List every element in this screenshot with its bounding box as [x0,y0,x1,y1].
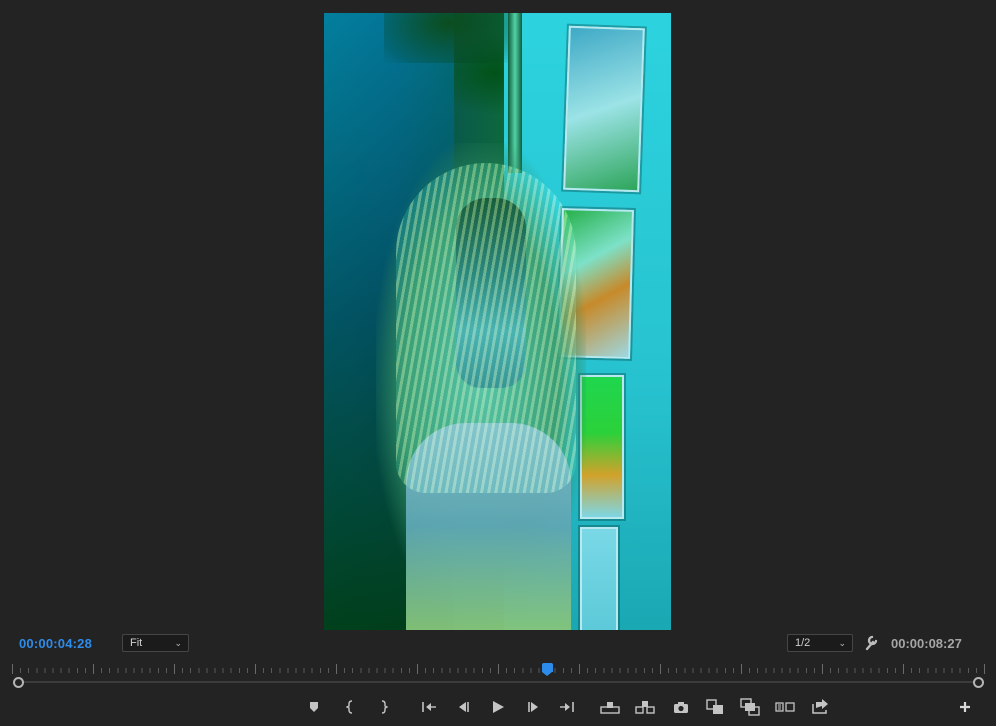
person-figure [376,143,586,630]
multicam-icon [740,698,760,716]
playhead[interactable] [542,663,553,676]
zoom-level-value: Fit [130,637,143,649]
ruler-major-tick [12,664,13,674]
step-forward-icon [528,702,538,712]
marker-icon [310,702,318,712]
extract-icon [635,701,655,714]
mark-in-icon [346,700,353,714]
go-to-out-icon [560,702,574,712]
mark-out-icon [381,700,388,714]
plus-icon [960,702,970,712]
multi-camera-button[interactable] [739,696,761,718]
ruler-major-tick [822,664,823,674]
wall-picture [580,375,624,519]
ruler-major-tick [93,664,94,674]
lift-button[interactable] [599,696,621,718]
play-icon [493,701,504,713]
scrollbar-right-handle[interactable] [973,677,984,688]
button-editor-button[interactable] [954,696,976,718]
scrollbar-left-handle[interactable] [13,677,24,688]
add-marker-button[interactable] [303,696,325,718]
extract-button[interactable] [634,696,656,718]
ruler-major-tick [336,664,337,674]
ruler-major-tick [984,664,985,674]
export-frame-button[interactable] [670,696,692,718]
transport-controls [0,696,996,718]
go-to-in-button[interactable] [418,696,440,718]
ruler-major-tick [660,664,661,674]
program-monitor-video [324,13,671,630]
toggle-proxies-button[interactable] [774,696,796,718]
ruler-major-tick [579,664,580,674]
ruler-major-tick [498,664,499,674]
playback-resolution-select[interactable]: 1/2 ⌄ [787,634,853,652]
mark-out-button[interactable] [372,696,394,718]
chevron-down-icon: ⌄ [838,638,846,648]
go-to-out-button[interactable] [556,696,578,718]
ruler-major-tick [174,664,175,674]
step-forward-button[interactable] [523,696,545,718]
go-to-in-icon [422,702,436,712]
ruler-major-tick [903,664,904,674]
proxy-icon [775,702,795,712]
mark-in-button[interactable] [340,696,362,718]
lift-icon [600,702,620,714]
chevron-down-icon: ⌄ [174,638,182,648]
playback-resolution-value: 1/2 [795,637,811,649]
export-button[interactable] [809,696,831,718]
duration-timecode: 00:00:08:27 [891,636,962,651]
time-ruler[interactable] [12,664,985,674]
zoom-scrollbar[interactable] [18,681,979,683]
ruler-major-tick [741,664,742,674]
play-button[interactable] [487,696,509,718]
camera-icon [674,701,688,713]
settings-wrench-icon[interactable] [864,633,880,651]
export-icon [812,699,828,714]
comparison-icon [706,699,723,714]
ruler-major-tick [255,664,256,674]
zoom-level-select[interactable]: Fit ⌄ [122,634,189,652]
step-back-icon [459,702,469,712]
current-timecode[interactable]: 00:00:04:28 [19,636,92,651]
step-back-button[interactable] [452,696,474,718]
ruler-major-tick [417,664,418,674]
comparison-view-button[interactable] [704,696,726,718]
